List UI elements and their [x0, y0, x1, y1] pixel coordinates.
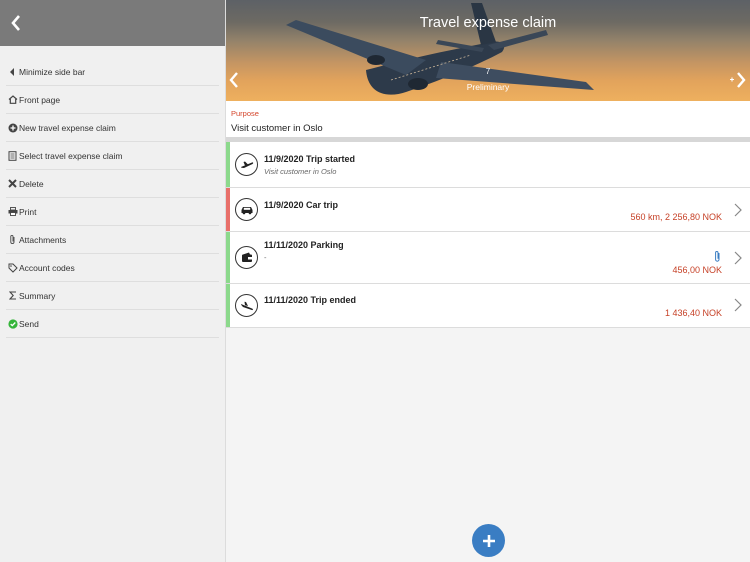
sidebar-item-account-codes[interactable]: Account codes	[6, 254, 219, 282]
sidebar-item-label: New travel expense claim	[19, 122, 116, 133]
chevron-right-icon	[734, 298, 742, 312]
sidebar-item-attachments[interactable]: Attachments	[6, 226, 219, 254]
entry-title: 11/11/2020 Trip ended	[264, 295, 357, 305]
wallet-icon	[235, 246, 258, 269]
timeline-entry-trip-started[interactable]: 11/9/2020 Trip started Visit customer in…	[226, 142, 750, 188]
sidebar-header	[0, 0, 225, 46]
entry-title: 11/9/2020 Car trip	[264, 200, 339, 210]
sidebar-menu: Minimize side bar Front page New travel …	[0, 58, 225, 338]
sidebar-item-print[interactable]: Print	[6, 198, 219, 226]
sidebar-item-front-page[interactable]: Front page	[6, 86, 219, 114]
airplane-landing-icon	[235, 294, 258, 317]
entry-amount: 560 km, 2 256,80 NOK	[630, 212, 722, 222]
timeline-entry-trip-ended[interactable]: 11/11/2020 Trip ended 1 436,40 NOK	[226, 284, 750, 328]
back-button[interactable]	[6, 11, 26, 35]
entry-title: 11/11/2020 Parking	[264, 240, 344, 250]
purpose-label: Purpose	[231, 109, 259, 118]
sidebar-item-label: Account codes	[19, 262, 75, 273]
timeline-entry-car-trip[interactable]: 11/9/2020 Car trip 560 km, 2 256,80 NOK	[226, 188, 750, 232]
purpose-value: Visit customer in Oslo	[231, 123, 323, 134]
sidebar: Minimize side bar Front page New travel …	[0, 0, 226, 562]
entry-subtitle: Visit customer in Oslo	[264, 167, 337, 176]
status-bar	[226, 232, 230, 283]
entry-subtitle: -	[264, 253, 267, 262]
entry-amount: 1 436,40 NOK	[664, 308, 722, 318]
sidebar-item-label: Select travel expense claim	[19, 150, 123, 161]
page-title: Travel expense claim	[419, 15, 557, 31]
sidebar-item-select-claim[interactable]: Select travel expense claim	[6, 142, 219, 170]
chevron-right-icon	[734, 251, 742, 265]
expense-timeline: 11/9/2020 Trip started Visit customer in…	[226, 142, 750, 328]
sidebar-item-send[interactable]: Send	[6, 310, 219, 338]
sidebar-item-new-claim[interactable]: New travel expense claim	[6, 114, 219, 142]
paperclip-icon	[715, 251, 720, 262]
main-panel: Travel expense claim 7 Preliminary Purpo…	[226, 0, 750, 562]
status-bar	[226, 284, 230, 327]
check-circle-icon	[6, 318, 19, 329]
entry-title: 11/9/2020 Trip started	[264, 154, 356, 164]
claim-status: Preliminary	[466, 82, 510, 92]
caret-left-icon	[6, 67, 19, 76]
sidebar-item-delete[interactable]: Delete	[6, 170, 219, 198]
add-entry-button[interactable]	[472, 524, 505, 557]
car-icon	[235, 198, 258, 221]
sidebar-item-label: Send	[19, 318, 39, 329]
paperclip-icon	[6, 234, 19, 245]
status-bar	[226, 188, 230, 231]
sidebar-item-label: Delete	[19, 178, 44, 189]
tag-icon	[6, 263, 19, 273]
plus-circle-icon	[6, 123, 19, 133]
chevron-left-icon	[11, 15, 20, 31]
document-icon	[6, 150, 19, 161]
sidebar-item-minimize[interactable]: Minimize side bar	[6, 58, 219, 86]
sigma-icon	[6, 291, 19, 300]
sidebar-item-label: Summary	[19, 290, 56, 301]
chevron-right-icon	[734, 203, 742, 217]
sidebar-item-label: Print	[19, 206, 37, 217]
header-banner: Travel expense claim 7 Preliminary	[226, 0, 750, 101]
next-claim-button[interactable]	[728, 72, 746, 88]
entry-amount: 456,00 NOK	[672, 265, 722, 275]
purpose-section[interactable]: Purpose Visit customer in Oslo	[226, 101, 750, 142]
claim-number: 7	[485, 67, 491, 76]
x-icon	[6, 179, 19, 188]
sidebar-item-label: Minimize side bar	[19, 66, 86, 77]
printer-icon	[6, 207, 19, 216]
status-bar	[226, 142, 230, 187]
timeline-entry-parking[interactable]: 11/11/2020 Parking - 456,00 NOK	[226, 232, 750, 284]
home-icon	[6, 95, 19, 104]
plus-icon	[482, 534, 495, 547]
airplane-takeoff-icon	[235, 153, 258, 176]
add-chevron-right-icon	[730, 72, 746, 88]
sidebar-item-summary[interactable]: Summary	[6, 282, 219, 310]
sidebar-item-label: Front page	[19, 94, 61, 105]
sidebar-item-label: Attachments	[19, 234, 67, 245]
